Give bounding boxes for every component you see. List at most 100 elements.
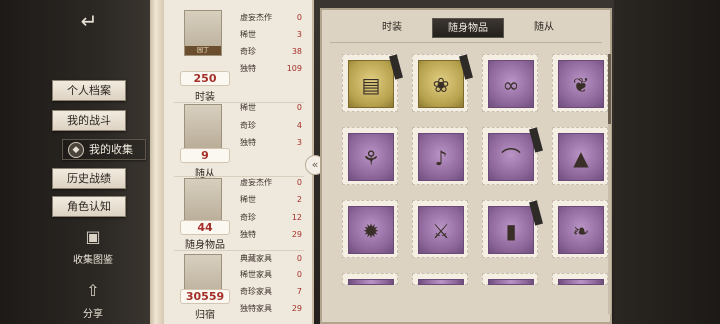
item-frame: ✹ [348,206,394,254]
item-card[interactable]: ❀ [412,54,473,112]
item-card[interactable]: ♪ [412,127,468,185]
stat-row: 奇珍 4 [240,121,302,130]
silver-ribbon-icon: ∞ [502,73,520,97]
book-icon: ▣ [85,227,101,246]
item-frame: ∞ [488,60,534,108]
stat-row: 独特 29 [240,230,302,239]
dark-feather-icon: ❦ [572,73,590,97]
red-book-icon: ▤ [361,73,381,97]
item-frame: ▲ [558,133,604,181]
nav-my-battles[interactable]: 我的战斗 [52,110,126,131]
accessory-label: 随身物品 [185,240,225,251]
white-scarf-icon: ⌒ [501,146,521,170]
divider [174,250,304,251]
outfit-thumbnail[interactable]: 园丁 [184,10,222,56]
item-frame: ⌒ [488,133,534,181]
item-card[interactable] [412,273,468,285]
item-frame: ♪ [418,133,464,181]
collection-catalog-button[interactable]: ▣ 收集图鉴 [62,226,124,266]
share-label: 分享 [83,309,103,320]
tab-accessories[interactable]: 随身物品 [432,18,504,38]
collection-screen: ↵ 个人档案 我的战斗 ◆ 我的收集 历史战绩 角色认知 ▣ 收集图鉴 ⇧ 分享 [0,0,720,324]
item-card[interactable]: ⌒ [482,127,543,185]
stat-row: 独特 3 [240,138,302,147]
thumb-caption: 园丁 [185,46,221,55]
left-sidebar: ↵ 个人档案 我的战斗 ◆ 我的收集 历史战绩 角色认知 ▣ 收集图鉴 ⇧ 分享 [0,0,150,324]
homestead-label: 归宿 [195,310,215,321]
stat-row: 稀世 0 [240,103,302,112]
nav-personal-profile[interactable]: 个人档案 [52,80,126,101]
item-frame: ▮ [488,206,534,254]
dark-blade-icon: ▮ [505,219,517,243]
item-card[interactable]: ❧ [552,200,608,258]
nav-label: 历史战绩 [67,172,111,185]
stat-row: 稀世家具 0 [240,270,302,279]
scroll-thumb[interactable] [608,54,611,124]
item-frame [418,279,464,285]
guitar-icon: ♪ [434,146,448,170]
category-tabs: 时装 随身物品 随从 [322,18,614,40]
nav-my-collection[interactable]: ◆ 我的收集 [62,139,146,160]
tab-divider [330,42,602,43]
tab-outfits[interactable]: 时装 [362,18,422,38]
companion-count: 9 [180,148,230,163]
share-button[interactable]: ⇧ 分享 [62,280,124,320]
right-backdrop [614,0,720,324]
item-card[interactable] [482,273,538,285]
item-card[interactable]: ▮ [482,200,543,258]
spiked-mace-icon: ✹ [362,219,380,243]
item-card[interactable]: ⚔ [412,200,468,258]
stat-row: 虚妄杰作 0 [240,13,302,22]
outfit-label: 时装 [195,92,215,103]
blue-staff-icon: ⚔ [432,219,450,243]
nav-label: 我的收集 [89,143,133,156]
stat-row: 独特家具 29 [240,304,302,313]
item-frame [348,279,394,285]
stat-row: 奇珍家具 7 [240,287,302,296]
collection-catalog-label: 收集图鉴 [73,255,113,266]
item-frame [488,279,534,285]
antler-staff-icon: ⚘ [362,146,380,170]
item-frame: ❦ [558,60,604,108]
stat-row: 稀世 2 [240,195,302,204]
nav-label: 我的战斗 [67,114,111,127]
shield-icon: ◆ [68,142,84,158]
nav-history-record[interactable]: 历史战绩 [52,168,126,189]
nav-character-knowledge[interactable]: 角色认知 [52,196,126,217]
homestead-count: 30559 [180,289,230,304]
tab-companions[interactable]: 随从 [514,18,574,38]
items-panel: 时装 随身物品 随从 ▤ ❀ ∞ ❦ ⚘ ♪ ⌒ ▲ ✹ ⚔ ▮ ❧ [320,8,612,324]
item-card[interactable] [342,273,398,285]
stat-row: 奇珍 38 [240,47,302,56]
item-frame [558,279,604,285]
stat-row: 奇珍 12 [240,213,302,222]
item-card[interactable]: ∞ [482,54,538,112]
nav-label: 个人档案 [67,84,111,97]
stat-row: 虚妄杰作 0 [240,178,302,187]
nav-label: 角色认知 [67,200,111,213]
item-card[interactable]: ▤ [342,54,403,112]
item-card[interactable]: ⚘ [342,127,398,185]
item-frame: ❧ [558,206,604,254]
bell-icon: ▲ [573,146,589,170]
companion-thumbnail[interactable] [184,104,222,150]
exit-door-icon[interactable]: ↵ [76,8,102,34]
item-frame: ❀ [418,60,464,108]
item-card[interactable]: ▲ [552,127,608,185]
stat-row: 独特 109 [240,64,302,73]
stat-row: 典藏家具 0 [240,254,302,263]
stat-row: 稀世 3 [240,30,302,39]
page-edge [150,0,164,324]
item-card[interactable] [552,273,608,285]
item-card[interactable]: ✹ [342,200,398,258]
accessory-count: 44 [180,220,230,235]
item-frame: ⚔ [418,206,464,254]
outfit-count: 250 [180,71,230,86]
item-frame: ▤ [348,60,394,108]
item-card[interactable]: ❦ [552,54,608,112]
accessory-thumbnail[interactable] [184,178,222,224]
golden-flower-icon: ❀ [432,73,450,97]
white-leaf-icon: ❧ [572,219,590,243]
item-frame: ⚘ [348,133,394,181]
stats-panel: 园丁 250 时装 虚妄杰作 0 稀世 3 奇珍 38 独特 109 9 随从 稀世 0 … [164,0,314,324]
